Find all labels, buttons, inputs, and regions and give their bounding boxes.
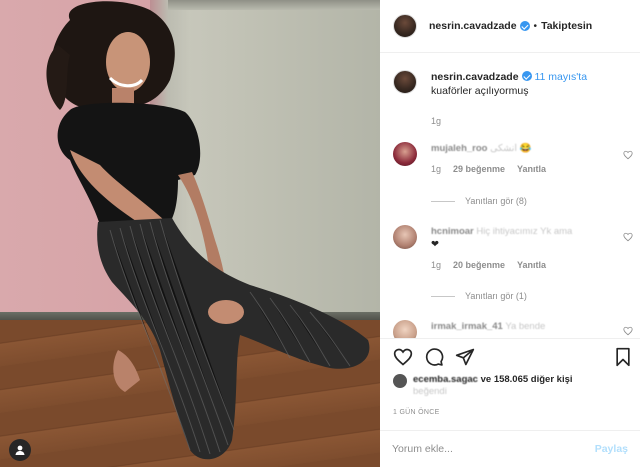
separator-dot: • bbox=[533, 20, 538, 32]
comment-button[interactable] bbox=[423, 346, 445, 368]
view-replies-label: Yanıtları gör (8) bbox=[465, 196, 527, 206]
action-bar bbox=[392, 346, 632, 370]
post-side-panel: nesrin.cavadzade • Takiptesin nesrin.cav… bbox=[380, 0, 640, 467]
comment-item: mujaleh_roo انشکی 😂 1g 29 beğenme Yanıtl… bbox=[393, 142, 633, 176]
comment-age: 1g bbox=[431, 260, 442, 270]
follow-status-button[interactable]: Takiptesin bbox=[541, 20, 592, 32]
woman-figure bbox=[46, 1, 370, 460]
heart-icon bbox=[393, 348, 413, 366]
commenter-avatar[interactable] bbox=[393, 320, 417, 338]
commenter-avatar[interactable] bbox=[393, 142, 417, 166]
caption-age: 1g bbox=[431, 116, 442, 126]
replies-line bbox=[431, 295, 455, 297]
verified-badge-icon bbox=[519, 21, 530, 31]
comment-meta: 1g 20 beğenme Yanıtla bbox=[431, 259, 611, 272]
commenter-username[interactable]: irmak_irmak_41 bbox=[431, 321, 503, 332]
replies-line bbox=[431, 200, 455, 202]
caption-text: kuaförler açılıyormuş bbox=[431, 85, 529, 97]
likes-count[interactable]: ve 158.065 diğer kişi bbox=[481, 374, 573, 385]
comment-clip: irmak_irmak_41 Ya bende bbox=[380, 316, 640, 338]
verified-badge-icon bbox=[521, 71, 532, 81]
post-time-ago: 1 GÜN ÖNCE bbox=[393, 409, 440, 416]
comment-age: 1g bbox=[431, 164, 442, 174]
share-button[interactable] bbox=[454, 346, 476, 368]
liker-avatar[interactable] bbox=[393, 374, 407, 388]
comment-input[interactable] bbox=[392, 442, 595, 455]
reply-button[interactable]: Yanıtla bbox=[517, 259, 546, 272]
caption-date: 11 mayıs'ta bbox=[534, 71, 588, 83]
view-replies-button[interactable]: Yanıtları gör (8) bbox=[431, 196, 527, 206]
comment-bubble-icon bbox=[425, 348, 444, 366]
commenter-username[interactable]: mujaleh_roo bbox=[431, 143, 488, 154]
view-replies-label: Yanıtları gör (1) bbox=[465, 291, 527, 301]
post-caption: nesrin.cavadzade 11 mayıs'ta kuaförler a… bbox=[393, 70, 633, 128]
comment-text: Hiç ihtiyacımız Yk ama bbox=[476, 226, 573, 237]
save-button[interactable] bbox=[612, 346, 634, 368]
author-username[interactable]: nesrin.cavadzade bbox=[429, 20, 517, 32]
caption-username[interactable]: nesrin.cavadzade bbox=[431, 71, 519, 83]
bookmark-icon bbox=[616, 347, 630, 367]
comment-text: Ya bende bbox=[505, 321, 546, 332]
author-avatar[interactable] bbox=[393, 14, 417, 38]
comment-like-heart-icon[interactable] bbox=[623, 232, 633, 242]
liker-username[interactable]: ecemba.sagac bbox=[413, 374, 478, 385]
user-icon bbox=[15, 445, 25, 455]
like-button[interactable] bbox=[392, 346, 414, 368]
comment-item: hcnimoar Hiç ihtiyacımız Yk ama ❤ 1g 20 … bbox=[393, 225, 633, 272]
paper-plane-icon bbox=[455, 348, 475, 366]
reply-button[interactable]: Yanıtla bbox=[517, 163, 546, 176]
comment-meta: 1g 29 beğenme Yanıtla bbox=[431, 163, 611, 176]
comment-heart-emoji: ❤ bbox=[431, 239, 439, 250]
post-header: nesrin.cavadzade • Takiptesin bbox=[380, 0, 640, 52]
comment-text: انشکی 😂 bbox=[490, 143, 532, 154]
comment-input-row: Paylaş bbox=[380, 430, 640, 467]
comment-like-heart-icon[interactable] bbox=[623, 150, 633, 160]
comment-item: irmak_irmak_41 Ya bende bbox=[393, 320, 633, 338]
caption-author-avatar[interactable] bbox=[393, 70, 417, 94]
comment-likes[interactable]: 20 beğenme bbox=[453, 259, 505, 272]
commenter-username[interactable]: hcnimoar bbox=[431, 226, 474, 237]
likes-summary: ecemba.sagac ve 158.065 diğer kişi beğen… bbox=[393, 374, 633, 398]
commenter-avatar[interactable] bbox=[393, 225, 417, 249]
header-divider bbox=[380, 52, 640, 53]
comment-like-heart-icon[interactable] bbox=[623, 326, 633, 336]
likes-suffix: beğendi bbox=[413, 386, 447, 397]
post-comment-button[interactable]: Paylaş bbox=[595, 443, 628, 455]
comment-likes[interactable]: 29 beğenme bbox=[453, 163, 505, 176]
post-photo[interactable] bbox=[0, 0, 380, 467]
actions-divider bbox=[380, 338, 640, 339]
tagged-user-button[interactable] bbox=[9, 439, 31, 461]
view-replies-button[interactable]: Yanıtları gör (1) bbox=[431, 291, 527, 301]
